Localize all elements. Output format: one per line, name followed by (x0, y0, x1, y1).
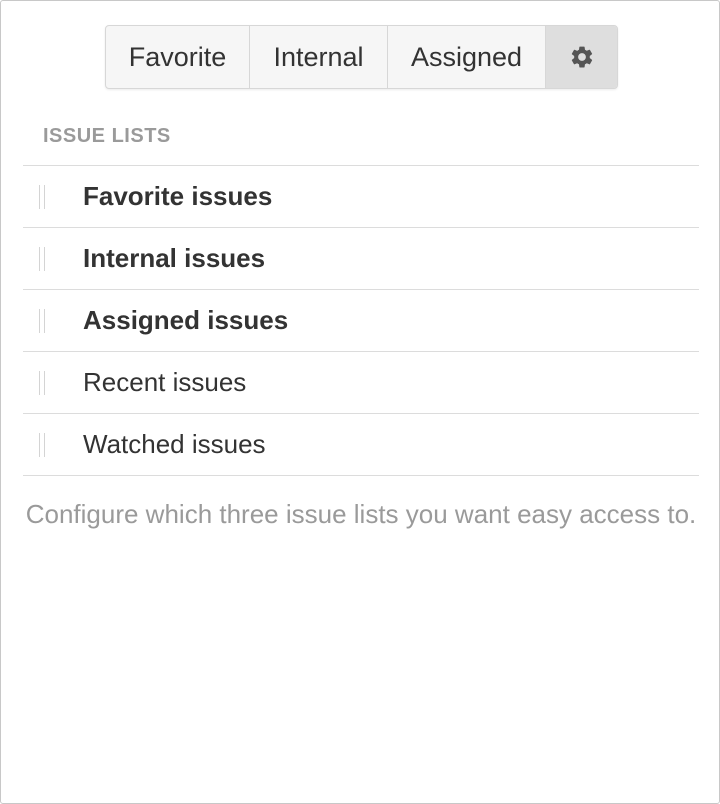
list-item-label: Recent issues (83, 367, 247, 397)
drag-handle-icon[interactable] (39, 309, 45, 333)
settings-button[interactable] (546, 26, 617, 88)
drag-handle-icon[interactable] (39, 185, 45, 209)
help-text: Configure which three issue lists you wa… (25, 499, 697, 529)
issue-list-tab-bar: Favorite Internal Assigned (105, 25, 618, 89)
section-heading: ISSUE LISTS (43, 125, 171, 147)
drag-handle-icon[interactable] (39, 433, 45, 457)
tab-internal[interactable]: Internal (250, 26, 388, 88)
list-item[interactable]: Assigned issues (23, 290, 699, 352)
tab-assigned[interactable]: Assigned (388, 26, 546, 88)
issue-lists-panel: Favorite Internal Assigned ISSUE LISTS F… (0, 0, 720, 804)
list-item-label: Internal issues (83, 243, 266, 273)
list-item-label: Favorite issues (83, 181, 273, 211)
gear-icon (571, 46, 592, 68)
list-item-label: Watched issues (83, 429, 266, 459)
list-item[interactable]: Internal issues (23, 228, 699, 290)
list-item[interactable]: Watched issues (23, 414, 699, 476)
tab-favorite[interactable]: Favorite (106, 26, 250, 88)
list-item-label: Assigned issues (83, 305, 289, 335)
list-item[interactable]: Recent issues (23, 352, 699, 414)
issue-list: Favorite issues Internal issues Assigned… (23, 165, 699, 476)
drag-handle-icon[interactable] (39, 247, 45, 271)
list-item[interactable]: Favorite issues (23, 166, 699, 228)
drag-handle-icon[interactable] (39, 371, 45, 395)
